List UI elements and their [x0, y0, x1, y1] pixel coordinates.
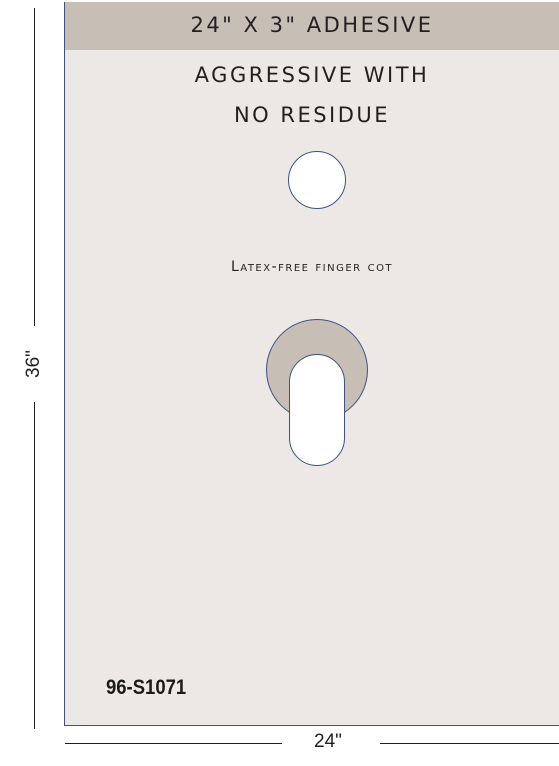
finger-cot-label: Latex-free finger cot — [230, 259, 394, 275]
width-dimension-line-right — [380, 743, 559, 744]
sign-panel: 24" X 3" ADHESIVE AGGRESSIVE WITH NO RES… — [64, 2, 559, 726]
finger-cot-hanger-slot — [289, 354, 345, 466]
hanging-hole — [288, 151, 346, 209]
adhesive-description-line-2: NO RESIDUE — [233, 103, 391, 127]
width-dimension-label: 24" — [314, 731, 342, 752]
height-dimension-line-bottom — [34, 402, 35, 729]
height-dimension-line-top — [34, 8, 35, 326]
adhesive-description-line-1: AGGRESSIVE WITH — [194, 63, 430, 87]
height-dimension-label: 36" — [23, 350, 44, 378]
part-number: 96-S1071 — [106, 676, 187, 699]
width-dimension-line-left — [65, 743, 282, 744]
adhesive-band: 24" X 3" ADHESIVE — [65, 2, 559, 50]
adhesive-band-label: 24" X 3" ADHESIVE — [190, 13, 434, 37]
